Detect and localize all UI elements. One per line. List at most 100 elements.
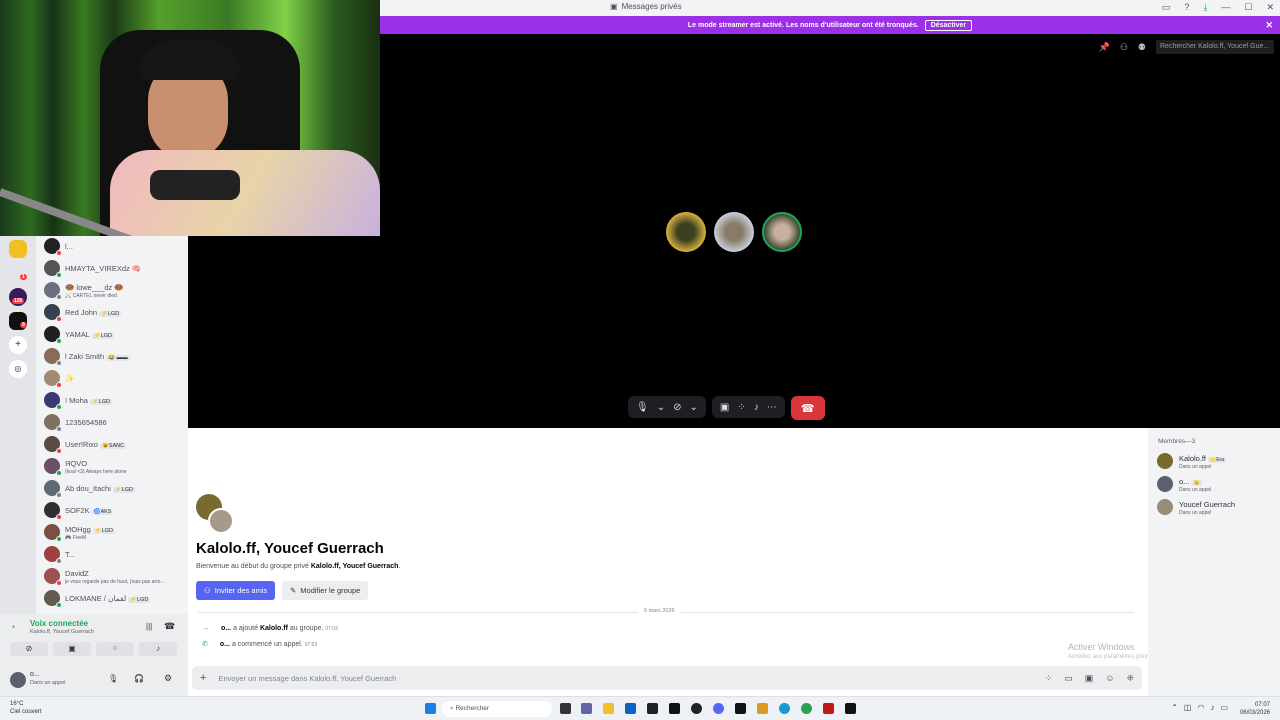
dm-name-line: YAMAL ⚡LGD <box>65 328 115 340</box>
screen-share-button[interactable]: ▣ <box>53 642 91 656</box>
battery-icon[interactable]: ▭ <box>1220 703 1228 712</box>
activities-button[interactable]: ⁘ <box>96 642 134 656</box>
chrome-icon[interactable] <box>801 703 812 714</box>
edge-icon[interactable] <box>779 703 790 714</box>
add-friend-icon[interactable]: ⚇ <box>1120 42 1128 53</box>
member-item[interactable]: Kalolo.ff 🌟Era Dans un appel <box>1157 452 1226 470</box>
teams-icon[interactable] <box>581 703 592 714</box>
dm-item[interactable]: l... <box>44 236 184 256</box>
soundboard-button[interactable]: ♪ <box>139 642 177 656</box>
dm-item[interactable]: User!Rixo 😺SANC <box>44 434 184 454</box>
dm-item[interactable]: ✨ <box>44 368 184 388</box>
close-banner-icon[interactable]: ✕ <box>1265 20 1273 31</box>
dm-item[interactable]: ! Moha ⚡LGD <box>44 390 184 410</box>
user-status: Dans un appel <box>30 680 66 686</box>
edit-group-button[interactable]: ✎ Modifier le groupe <box>282 581 369 600</box>
dm-item[interactable]: ЯQVO (koal <3) Always here alone <box>44 456 184 476</box>
plus-icon[interactable]: + <box>200 672 206 684</box>
chevron-down-icon[interactable]: ⌄ <box>657 402 665 413</box>
network-icon[interactable]: ◫ <box>1184 703 1192 712</box>
dm-name: 🍩 lowe___dz 🍩 <box>65 283 124 292</box>
discover-icon[interactable]: ◎ <box>9 360 27 378</box>
terminal-icon[interactable] <box>845 703 856 714</box>
call-search-input[interactable]: Rechercher Kalolo.ff, Youcef Gue... <box>1156 40 1274 54</box>
more-icon[interactable]: ⋯ <box>767 402 777 413</box>
soundboard-icon[interactable]: ♪ <box>754 402 759 413</box>
dm-item[interactable]: T... <box>44 544 184 564</box>
call-participant-avatar[interactable] <box>762 212 802 252</box>
camera-button[interactable]: ⊘ <box>10 642 48 656</box>
outlook-icon[interactable] <box>625 703 636 714</box>
disconnect-icon[interactable]: ☎ <box>164 621 175 632</box>
windows-start-icon[interactable] <box>425 703 436 714</box>
microphone-icon[interactable]: 🎙 <box>108 674 118 683</box>
headphones-icon[interactable]: 🎧 <box>134 674 144 683</box>
noise-suppression-icon[interactable]: ||| <box>146 622 152 631</box>
download-icon[interactable]: ⤓ <box>1203 2 1207 13</box>
discord-icon[interactable] <box>713 703 724 714</box>
dm-item[interactable]: MOHgg ⚡LGD 🎮 FiveM <box>44 522 184 542</box>
settings-icon[interactable]: ⚙ <box>164 673 172 684</box>
system-tray: ⌃ ◫ ◠ ♪ ▭ <box>1171 703 1228 712</box>
dm-item[interactable]: HMAYTA_VIREXdz 🧠 <box>44 258 184 278</box>
github-icon[interactable] <box>691 703 702 714</box>
pin-icon[interactable]: 📌 <box>1099 42 1110 53</box>
clock[interactable]: 07:07 06/03/2026 <box>1240 701 1270 717</box>
disable-streamer-button[interactable]: Désactiver <box>924 19 973 31</box>
activities-icon[interactable]: ⁘ <box>737 402 745 413</box>
microphone-icon[interactable]: 🎙 <box>636 402 649 413</box>
sticker-icon[interactable]: ▣ <box>1085 673 1094 684</box>
tiktok-icon[interactable] <box>669 703 680 714</box>
help-icon[interactable]: ? <box>1184 2 1189 13</box>
discord-icon: ▣ <box>610 2 618 11</box>
inbox-icon[interactable]: ▭ <box>1162 2 1171 13</box>
dm-item[interactable]: Ab dou_Itachi ⚡LGD <box>44 478 184 498</box>
dm-item[interactable]: SOF2K 🌀AKS <box>44 500 184 520</box>
camera-off-icon[interactable]: ⊘ <box>673 402 681 413</box>
members-icon[interactable]: ⚉ <box>1138 42 1146 53</box>
close-button[interactable]: ✕ <box>1266 2 1274 13</box>
chevron-up-icon[interactable]: ⌃ <box>1171 703 1178 712</box>
wifi-icon[interactable]: ◠ <box>1197 703 1204 712</box>
dm-item[interactable]: YAMAL ⚡LGD <box>44 324 184 344</box>
dm-item[interactable]: 1235654586 <box>44 412 184 432</box>
weather-widget[interactable]: 16°C Ciel couvert <box>10 700 42 716</box>
emoji-icon[interactable]: ☺ <box>1105 673 1114 684</box>
user-panel: o... Dans un appel 🎙 🎧 ⚙ <box>0 664 188 696</box>
app-icon[interactable] <box>757 703 768 714</box>
status-indicator <box>56 272 62 278</box>
invite-friends-button[interactable]: ⚇ Inviter des amis <box>196 581 276 600</box>
activities-icon[interactable]: ⁜ <box>1126 673 1134 684</box>
chevron-down-icon[interactable]: ⌄ <box>689 402 697 413</box>
member-item[interactable]: o... 👑 Dans un appel <box>1157 475 1211 493</box>
dm-item[interactable]: l Zaki Smith 😂 ▬▬ <box>44 346 184 366</box>
dm-item[interactable]: Red John ⚡LGD <box>44 302 184 322</box>
app-icon[interactable] <box>823 703 834 714</box>
message-input[interactable]: Envoyer un message dans Kalolo.ff, Youce… <box>218 674 396 683</box>
server-icon[interactable] <box>9 240 27 258</box>
gif-icon[interactable]: ▭ <box>1064 673 1073 684</box>
explorer-icon[interactable] <box>603 703 614 714</box>
maximize-button[interactable]: ☐ <box>1244 2 1252 13</box>
add-server-icon[interactable]: + <box>9 336 27 354</box>
dm-item[interactable]: LOKMANE / لقمان ⚡LGD <box>44 588 184 608</box>
call-participant-avatar[interactable] <box>666 212 706 252</box>
app-icon[interactable]: ⁘ <box>1045 673 1053 684</box>
minimize-button[interactable]: — <box>1221 2 1230 13</box>
status-indicator <box>56 514 62 520</box>
capcut-icon[interactable] <box>735 703 746 714</box>
notification-badge: 126 <box>12 298 25 304</box>
taskbar-search[interactable]: ⌕ Rechercher <box>442 701 552 717</box>
call-participant-avatar[interactable] <box>714 212 754 252</box>
hangup-button[interactable]: ☎ <box>790 396 825 420</box>
task-view-icon[interactable] <box>560 703 571 714</box>
dm-item[interactable]: DavidZ je vous regarde pas de haut, j'sui… <box>44 566 184 586</box>
screen-share-icon[interactable]: ▣ <box>720 402 729 413</box>
app-icon[interactable] <box>647 703 658 714</box>
avatar <box>44 568 62 586</box>
volume-icon[interactable]: ♪ <box>1210 703 1214 712</box>
member-item[interactable]: Youcef Guerrach Dans un appel <box>1157 498 1235 516</box>
dm-item[interactable]: 🍩 lowe___dz 🍩 ⚔️ CARTEL never died <box>44 280 184 300</box>
avatar[interactable] <box>10 672 26 688</box>
message-composer[interactable]: + Envoyer un message dans Kalolo.ff, You… <box>192 666 1142 690</box>
